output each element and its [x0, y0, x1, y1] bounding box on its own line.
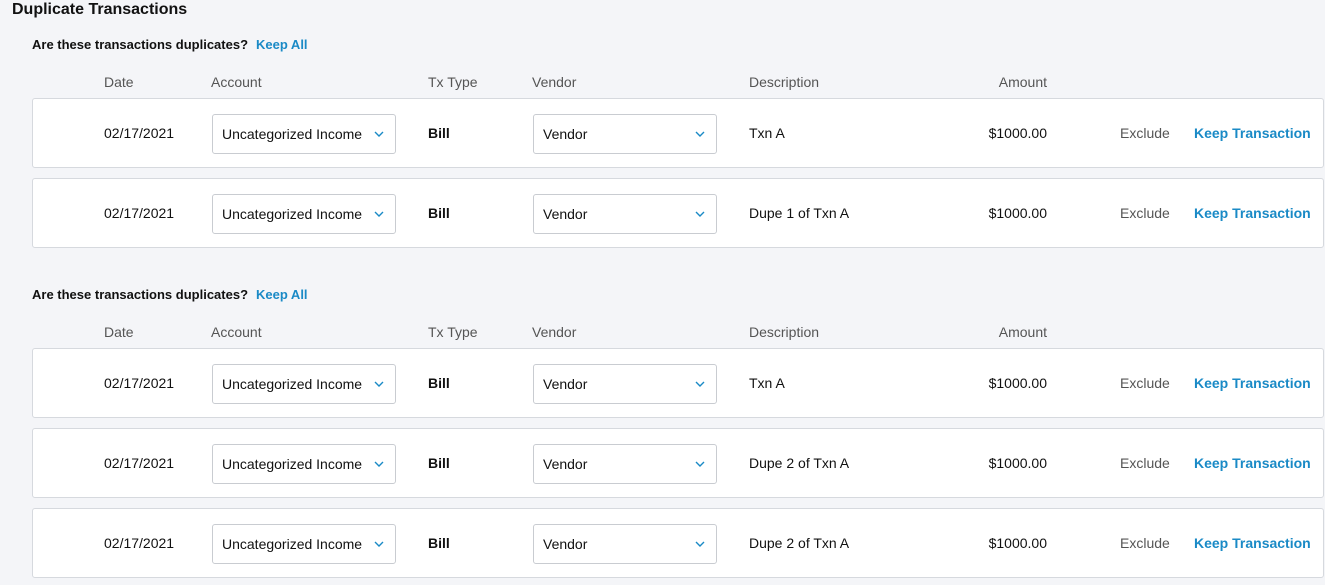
account-value: Uncategorized Income: [222, 536, 363, 552]
keep-transaction-button[interactable]: Keep Transaction: [1194, 349, 1311, 417]
duplicate-group: Are these transactions duplicates? Keep A…: [0, 35, 1325, 255]
column-header-amount: Amount: [998, 324, 1047, 340]
duplicate-question: Are these transactions duplicates? Keep A…: [32, 285, 308, 305]
tx-type-cell: Bill: [428, 535, 450, 551]
keep-transaction-button[interactable]: Keep Transaction: [1194, 179, 1311, 247]
column-header-account: Account: [211, 74, 262, 90]
account-select[interactable]: Uncategorized Income: [212, 444, 396, 484]
tx-type-cell: Bill: [428, 455, 450, 471]
vendor-select[interactable]: Vendor: [533, 444, 717, 484]
description-cell: Dupe 2 of Txn A: [749, 455, 850, 471]
vendor-select[interactable]: Vendor: [533, 524, 717, 564]
date-cell: 02/17/2021: [104, 455, 175, 471]
description-cell: Txn A: [749, 125, 785, 141]
description-cell: Dupe 1 of Txn A: [749, 205, 850, 221]
chevron-down-icon: [694, 525, 706, 563]
keep-transaction-button[interactable]: Keep Transaction: [1194, 429, 1311, 497]
amount-cell: $1000.00: [988, 205, 1047, 221]
vendor-value: Vendor: [543, 536, 588, 552]
vendor-value: Vendor: [543, 206, 588, 222]
account-value: Uncategorized Income: [222, 126, 363, 142]
column-header-date: Date: [104, 74, 134, 90]
exclude-button[interactable]: Exclude: [1120, 509, 1170, 577]
transaction-row: 02/17/2021 Uncategorized Income Bill Vendor…: [32, 348, 1324, 418]
tx-type-cell: Bill: [428, 375, 450, 391]
transaction-row: 02/17/2021 Uncategorized Income Bill Vendor…: [32, 508, 1324, 578]
duplicate-question: Are these transactions duplicates? Keep A…: [32, 35, 308, 55]
amount-cell: $1000.00: [988, 375, 1047, 391]
chevron-down-icon: [694, 195, 706, 233]
exclude-button[interactable]: Exclude: [1120, 349, 1170, 417]
vendor-select[interactable]: Vendor: [533, 364, 717, 404]
amount-cell: $1000.00: [988, 535, 1047, 551]
column-header-description: Description: [749, 324, 820, 340]
amount-cell: $1000.00: [988, 125, 1047, 141]
chevron-down-icon: [373, 445, 385, 483]
transaction-row: 02/17/2021 Uncategorized Income Bill Vendor…: [32, 428, 1324, 498]
keep-transaction-button[interactable]: Keep Transaction: [1194, 99, 1311, 167]
description-cell: Txn A: [749, 375, 785, 391]
tx-type-cell: Bill: [428, 125, 450, 141]
column-header-amount: Amount: [998, 74, 1047, 90]
account-select[interactable]: Uncategorized Income: [212, 364, 396, 404]
chevron-down-icon: [373, 365, 385, 403]
transaction-row: 02/17/2021 Uncategorized Income Bill Vendor…: [32, 98, 1324, 168]
account-select[interactable]: Uncategorized Income: [212, 194, 396, 234]
exclude-button[interactable]: Exclude: [1120, 429, 1170, 497]
chevron-down-icon: [694, 445, 706, 483]
chevron-down-icon: [373, 115, 385, 153]
transaction-row: 02/17/2021 Uncategorized Income Bill Vendor…: [32, 178, 1324, 248]
vendor-value: Vendor: [543, 456, 588, 472]
account-value: Uncategorized Income: [222, 456, 363, 472]
date-cell: 02/17/2021: [104, 535, 175, 551]
chevron-down-icon: [373, 195, 385, 233]
amount-cell: $1000.00: [988, 455, 1047, 471]
exclude-button[interactable]: Exclude: [1120, 99, 1170, 167]
date-cell: 02/17/2021: [104, 375, 175, 391]
account-value: Uncategorized Income: [222, 376, 363, 392]
column-header-vendor: Vendor: [532, 74, 577, 90]
keep-transaction-button[interactable]: Keep Transaction: [1194, 509, 1311, 577]
keep-all-link[interactable]: Keep All: [256, 37, 308, 52]
chevron-down-icon: [694, 365, 706, 403]
tx-type-cell: Bill: [428, 205, 450, 221]
date-cell: 02/17/2021: [104, 125, 175, 141]
account-value: Uncategorized Income: [222, 206, 363, 222]
column-header-vendor: Vendor: [532, 324, 577, 340]
column-header-description: Description: [749, 74, 820, 90]
exclude-button[interactable]: Exclude: [1120, 179, 1170, 247]
column-header-account: Account: [211, 324, 262, 340]
keep-all-link[interactable]: Keep All: [256, 287, 308, 302]
date-cell: 02/17/2021: [104, 205, 175, 221]
column-header-tx-type: Tx Type: [428, 324, 478, 340]
chevron-down-icon: [694, 115, 706, 153]
column-header-tx-type: Tx Type: [428, 74, 478, 90]
account-select[interactable]: Uncategorized Income: [212, 524, 396, 564]
vendor-value: Vendor: [543, 376, 588, 392]
account-select[interactable]: Uncategorized Income: [212, 114, 396, 154]
page-title: Duplicate Transactions: [12, 1, 188, 18]
column-header-date: Date: [104, 324, 134, 340]
description-cell: Dupe 2 of Txn A: [749, 535, 850, 551]
vendor-select[interactable]: Vendor: [533, 114, 717, 154]
question-text: Are these transactions duplicates?: [32, 37, 249, 52]
question-text: Are these transactions duplicates?: [32, 287, 249, 302]
duplicate-group: Are these transactions duplicates? Keep A…: [0, 285, 1325, 585]
vendor-value: Vendor: [543, 126, 588, 142]
chevron-down-icon: [373, 525, 385, 563]
vendor-select[interactable]: Vendor: [533, 194, 717, 234]
